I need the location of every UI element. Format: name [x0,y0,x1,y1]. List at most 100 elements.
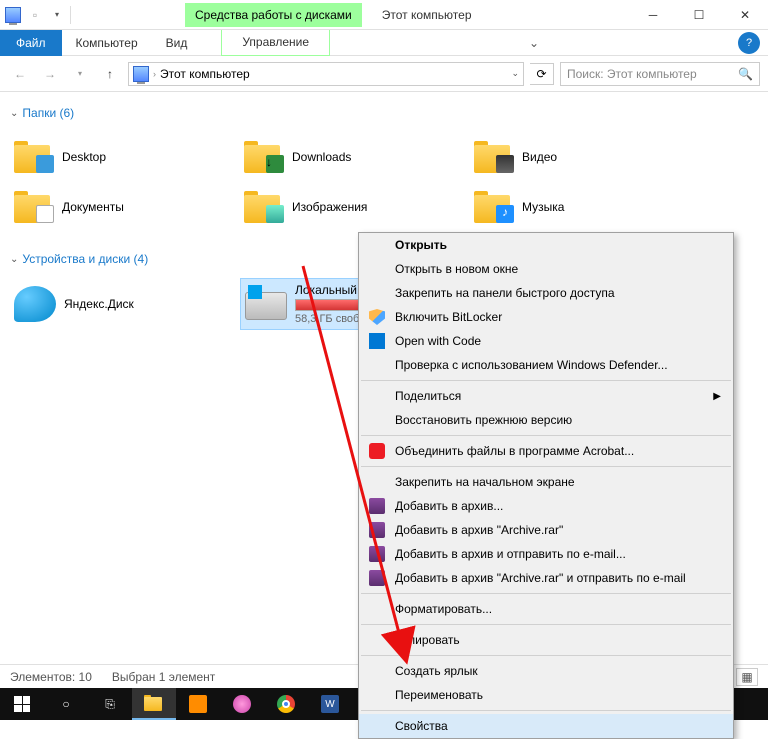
ctx-archive-email[interactable]: Добавить в архив и отправить по e-mail..… [359,542,733,566]
ctx-open-with-code[interactable]: Open with Code [359,329,733,353]
ctx-pin-quick-access[interactable]: Закрепить на панели быстрого доступа [359,281,733,305]
qat-dropdown[interactable]: ▾ [48,6,66,24]
word-taskbar-icon[interactable]: W [308,688,352,720]
ctx-restore-version[interactable]: Восстановить прежнюю версию [359,408,733,432]
address-bar[interactable]: › Этот компьютер ⌄ [128,62,524,86]
start-button[interactable] [0,688,44,720]
winrar-icon [369,570,385,586]
ctx-add-archive[interactable]: Добавить в архив... [359,494,733,518]
app-taskbar-icon[interactable] [220,688,264,720]
view-tab[interactable]: Вид [152,30,202,56]
folder-downloads[interactable]: ↓ Downloads [240,132,470,182]
vscode-icon [369,333,385,349]
ctx-acrobat-combine[interactable]: Объединить файлы в программе Acrobat... [359,439,733,463]
drive-yandex[interactable]: Яндекс.Диск [10,278,240,330]
minimize-button[interactable]: ─ [630,0,676,30]
winrar-icon [369,546,385,562]
chevron-right-icon: ▶ [713,391,721,402]
separator [361,710,731,711]
movies-taskbar-icon[interactable] [176,688,220,720]
ctx-add-archive-rar[interactable]: Добавить в архив "Archive.rar" [359,518,733,542]
folder-desktop[interactable]: Desktop [10,132,240,182]
folder-icon [14,189,54,225]
ctx-format[interactable]: Форматировать... [359,597,733,621]
search-placeholder: Поиск: Этот компьютер [567,67,738,81]
context-menu: Открыть Открыть в новом окне Закрепить н… [358,232,734,739]
folder-pictures[interactable]: Изображения [240,182,470,232]
folder-label: Видео [522,150,557,164]
ctx-archive-rar-email[interactable]: Добавить в архив "Archive.rar" и отправи… [359,566,733,590]
search-button[interactable]: ○ [44,688,88,720]
ctx-create-shortcut[interactable]: Создать ярлык [359,659,733,683]
search-input[interactable]: Поиск: Этот компьютер 🔍 [560,62,760,86]
folder-icon [244,189,284,225]
file-tab[interactable]: Файл [0,30,62,56]
ctx-copy[interactable]: Копировать [359,628,733,652]
titlebar: ▫ ▾ Средства работы с дисками Этот компь… [0,0,768,30]
separator [361,593,731,594]
computer-tab[interactable]: Компьютер [62,30,152,56]
ctx-rename[interactable]: Переименовать [359,683,733,707]
winrar-icon [369,498,385,514]
folder-icon: ↓ [244,139,284,175]
refresh-button[interactable]: ⟳ [530,63,554,85]
close-button[interactable]: ✕ [722,0,768,30]
pc-icon [133,66,149,82]
folder-icon [474,139,514,175]
ctx-share[interactable]: Поделиться▶ [359,384,733,408]
shield-icon [369,309,385,325]
folder-label: Изображения [292,200,367,214]
folder-documents[interactable]: Документы [10,182,240,232]
folder-music[interactable]: ♪ Музыка [470,182,700,232]
folder-icon: ♪ [474,189,514,225]
folder-label: Документы [62,200,124,214]
folders-section-header[interactable]: Папки (6) [0,102,768,124]
recent-dropdown[interactable]: ▾ [68,62,92,86]
forward-button: → [38,62,62,86]
ctx-defender-scan[interactable]: Проверка с использованием Windows Defend… [359,353,733,377]
task-view-button[interactable]: ⎘ [88,688,132,720]
folder-videos[interactable]: Видео [470,132,700,182]
ctx-pin-start[interactable]: Закрепить на начальном экране [359,470,733,494]
quick-access-toolbar: ▫ ▾ [0,6,75,24]
separator [361,380,731,381]
ctx-open-new-window[interactable]: Открыть в новом окне [359,257,733,281]
separator [361,655,731,656]
explorer-taskbar-icon[interactable] [132,688,176,720]
acrobat-icon [369,443,385,459]
address-text: Этот компьютер [160,67,250,81]
back-button[interactable]: ← [8,62,32,86]
help-button[interactable]: ? [738,32,760,54]
ribbon-expand-icon[interactable]: ⌄ [523,36,545,50]
item-count: Элементов: 10 [10,670,92,684]
separator [361,435,731,436]
app-icon [4,6,22,24]
manage-tab[interactable]: Управление [221,30,330,56]
separator [361,624,731,625]
ctx-open[interactable]: Открыть [359,233,733,257]
navigation-bar: ← → ▾ ↑ › Этот компьютер ⌄ ⟳ Поиск: Этот… [0,56,768,92]
address-dropdown-icon[interactable]: ⌄ [511,68,519,79]
contextual-tab-label: Средства работы с дисками [185,3,362,27]
qat-item[interactable]: ▫ [26,6,44,24]
window-title: Этот компьютер [382,8,472,22]
folder-icon [14,139,54,175]
cloud-icon [14,286,56,322]
ribbon: Файл Компьютер Вид Управление ⌄ ? [0,30,768,56]
folders-grid: Desktop ↓ Downloads Видео Документы Изобр… [0,124,768,248]
folder-label: Музыка [522,200,564,214]
chevron-right-icon: › [153,69,156,79]
hdd-icon [245,292,287,320]
separator [361,466,731,467]
ctx-properties[interactable]: Свойства [359,714,733,738]
ctx-bitlocker[interactable]: Включить BitLocker [359,305,733,329]
folder-label: Downloads [292,150,351,164]
chrome-taskbar-icon[interactable] [264,688,308,720]
view-icons-button[interactable]: ▦ [736,668,758,686]
selection-count: Выбран 1 элемент [112,670,215,684]
up-button[interactable]: ↑ [98,62,122,86]
drive-label: Яндекс.Диск [64,297,134,311]
maximize-button[interactable]: ☐ [676,0,722,30]
winrar-icon [369,522,385,538]
folder-label: Desktop [62,150,106,164]
